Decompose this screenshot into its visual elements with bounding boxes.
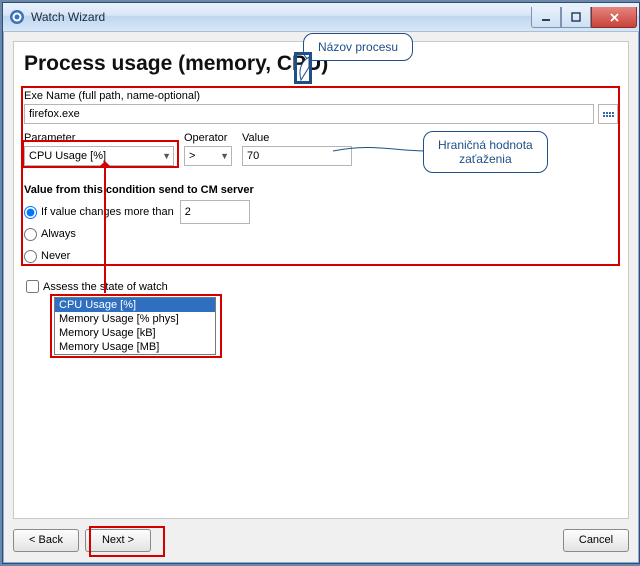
browse-icon xyxy=(603,112,614,114)
callout-text: Názov procesu xyxy=(318,40,398,54)
radio-never[interactable]: Never xyxy=(24,246,618,266)
back-button[interactable]: < Back xyxy=(13,529,79,552)
radio-always-input[interactable] xyxy=(24,228,37,241)
operator-label: Operator xyxy=(184,132,232,144)
titlebar: Watch Wizard xyxy=(3,3,639,32)
callout-text: Hraničná hodnota xyxy=(438,138,533,152)
chevron-down-icon: ▼ xyxy=(220,151,229,161)
dropdown-item[interactable]: CPU Usage [%] xyxy=(55,298,215,312)
parameter-combo[interactable]: CPU Usage [%] ▼ xyxy=(24,146,174,166)
radio-always-label: Always xyxy=(41,228,76,240)
maximize-button[interactable] xyxy=(561,7,591,28)
annotation-arrow xyxy=(104,165,106,293)
radio-changes-label: If value changes more than xyxy=(41,206,174,218)
parameter-label: Parameter xyxy=(24,132,174,144)
callout-tail-icon xyxy=(294,52,312,84)
app-icon xyxy=(9,9,25,25)
cancel-button[interactable]: Cancel xyxy=(563,529,629,552)
exe-name-input[interactable] xyxy=(24,104,594,124)
maximize-icon xyxy=(571,12,581,22)
wizard-footer: < Back Next > Cancel xyxy=(13,525,629,555)
operator-combo[interactable]: > ▼ xyxy=(184,146,232,166)
close-button[interactable] xyxy=(591,7,637,28)
exe-name-label: Exe Name (full path, name-optional) xyxy=(24,90,618,102)
dropdown-item[interactable]: Memory Usage [kB] xyxy=(55,326,215,340)
close-icon xyxy=(609,12,620,23)
callout-threshold: Hraničná hodnota zaťaženia xyxy=(423,131,548,173)
browse-button[interactable] xyxy=(598,104,618,124)
parameter-form: Exe Name (full path, name-optional) Para… xyxy=(24,90,618,266)
wizard-panel: Process usage (memory, CPU) Exe Name (fu… xyxy=(13,41,629,519)
wizard-window: Watch Wizard Process usage (memory, CPU)… xyxy=(2,2,640,564)
dropdown-item[interactable]: Memory Usage [MB] xyxy=(55,340,215,354)
operator-value: > xyxy=(189,150,195,162)
send-condition-group: Value from this condition send to CM ser… xyxy=(24,184,618,266)
radio-changes-input[interactable] xyxy=(24,206,37,219)
callout-text: zaťaženia xyxy=(459,152,512,166)
assess-checkbox[interactable] xyxy=(26,280,39,293)
callout-process-name: Názov procesu xyxy=(303,33,413,61)
next-button[interactable]: Next > xyxy=(85,529,151,552)
dropdown-item[interactable]: Memory Usage [% phys] xyxy=(55,312,215,326)
radio-never-label: Never xyxy=(41,250,70,262)
window-buttons xyxy=(531,7,637,27)
parameter-dropdown-list: CPU Usage [%] Memory Usage [% phys] Memo… xyxy=(54,297,216,355)
browse-icon-2 xyxy=(603,115,614,117)
radio-never-input[interactable] xyxy=(24,250,37,263)
radio-changes[interactable]: If value changes more than xyxy=(24,202,618,222)
parameter-value: CPU Usage [%] xyxy=(29,150,106,162)
chevron-down-icon: ▼ xyxy=(162,151,171,161)
value-input[interactable] xyxy=(242,146,352,166)
minimize-icon xyxy=(541,12,551,22)
value-label: Value xyxy=(242,132,352,144)
assess-checkbox-row[interactable]: Assess the state of watch xyxy=(26,280,628,293)
minimize-button[interactable] xyxy=(531,7,561,28)
radio-always[interactable]: Always xyxy=(24,224,618,244)
send-condition-title: Value from this condition send to CM ser… xyxy=(24,184,618,196)
changes-threshold-input[interactable] xyxy=(180,200,250,224)
window-title: Watch Wizard xyxy=(31,10,531,24)
